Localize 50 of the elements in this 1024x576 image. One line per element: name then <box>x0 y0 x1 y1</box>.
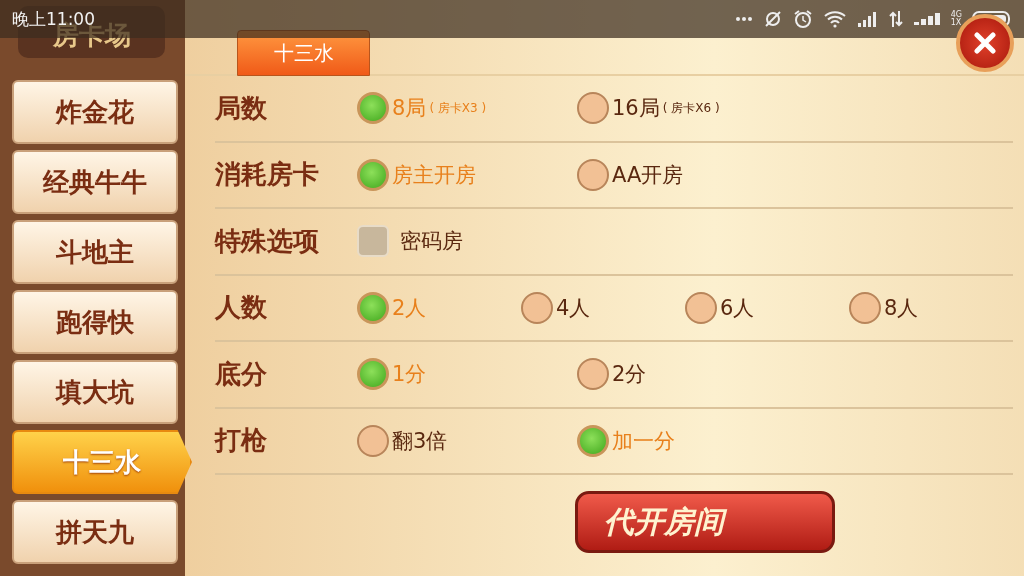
option-label: 2人 <box>392 294 427 322</box>
option-label: 4人 <box>556 294 591 322</box>
setting-label: 消耗房卡 <box>215 158 320 192</box>
signal-icon <box>912 11 941 27</box>
setting-label: 打枪 <box>215 424 268 458</box>
radio-button[interactable] <box>577 358 609 391</box>
close-icon <box>974 32 996 54</box>
radio-button[interactable] <box>357 92 389 125</box>
radio-button[interactable] <box>577 92 609 125</box>
setting-label: 底分 <box>215 357 268 391</box>
checkbox[interactable] <box>357 225 389 258</box>
option-note: ( 房卡X3 ) <box>429 99 487 117</box>
data-arrows-icon <box>888 11 903 27</box>
radio-button[interactable] <box>521 291 553 324</box>
option-note: ( 房卡X6 ) <box>662 99 720 117</box>
signal-icon <box>856 11 879 27</box>
game-tab[interactable]: 斗地主 <box>12 220 178 284</box>
option-label: 16局 <box>612 95 660 123</box>
alarm-clock-icon <box>792 9 813 29</box>
option-label: 1分 <box>392 361 427 389</box>
option-label: AA开房 <box>612 161 684 189</box>
radio-button[interactable] <box>357 158 389 191</box>
network-type: 4G <box>950 11 962 19</box>
radio-button[interactable] <box>577 158 609 191</box>
create-room-button[interactable]: 代开房间 <box>575 491 835 553</box>
setting-label: 人数 <box>215 291 268 325</box>
radio-button[interactable] <box>357 358 389 391</box>
option-label: 8人 <box>884 294 919 322</box>
wifi-icon <box>822 10 847 28</box>
game-tab[interactable]: 拼天九 <box>12 500 178 564</box>
option-label: 密码房 <box>400 228 463 256</box>
radio-button[interactable] <box>849 291 881 324</box>
game-tab[interactable]: 经典牛牛 <box>12 150 178 214</box>
game-tab[interactable]: 填大坑 <box>12 360 178 424</box>
more-dots-icon <box>734 16 753 22</box>
setting-label: 特殊选项 <box>215 224 320 258</box>
option-label: 6人 <box>720 294 755 322</box>
network-type: 1X <box>950 19 962 27</box>
game-tab[interactable]: 跑得快 <box>12 290 178 354</box>
radio-button[interactable] <box>685 291 717 324</box>
radio-button[interactable] <box>357 424 389 457</box>
option-label: 翻3倍 <box>392 427 448 455</box>
game-tab[interactable]: 炸金花 <box>12 80 178 144</box>
option-label: 2分 <box>612 361 647 389</box>
option-label: 8局 <box>392 95 427 123</box>
radio-button[interactable] <box>357 291 389 324</box>
setting-label: 局数 <box>215 91 268 125</box>
option-label: 房主开房 <box>392 161 476 189</box>
option-label: 加一分 <box>612 427 675 455</box>
radio-button[interactable] <box>577 424 609 457</box>
